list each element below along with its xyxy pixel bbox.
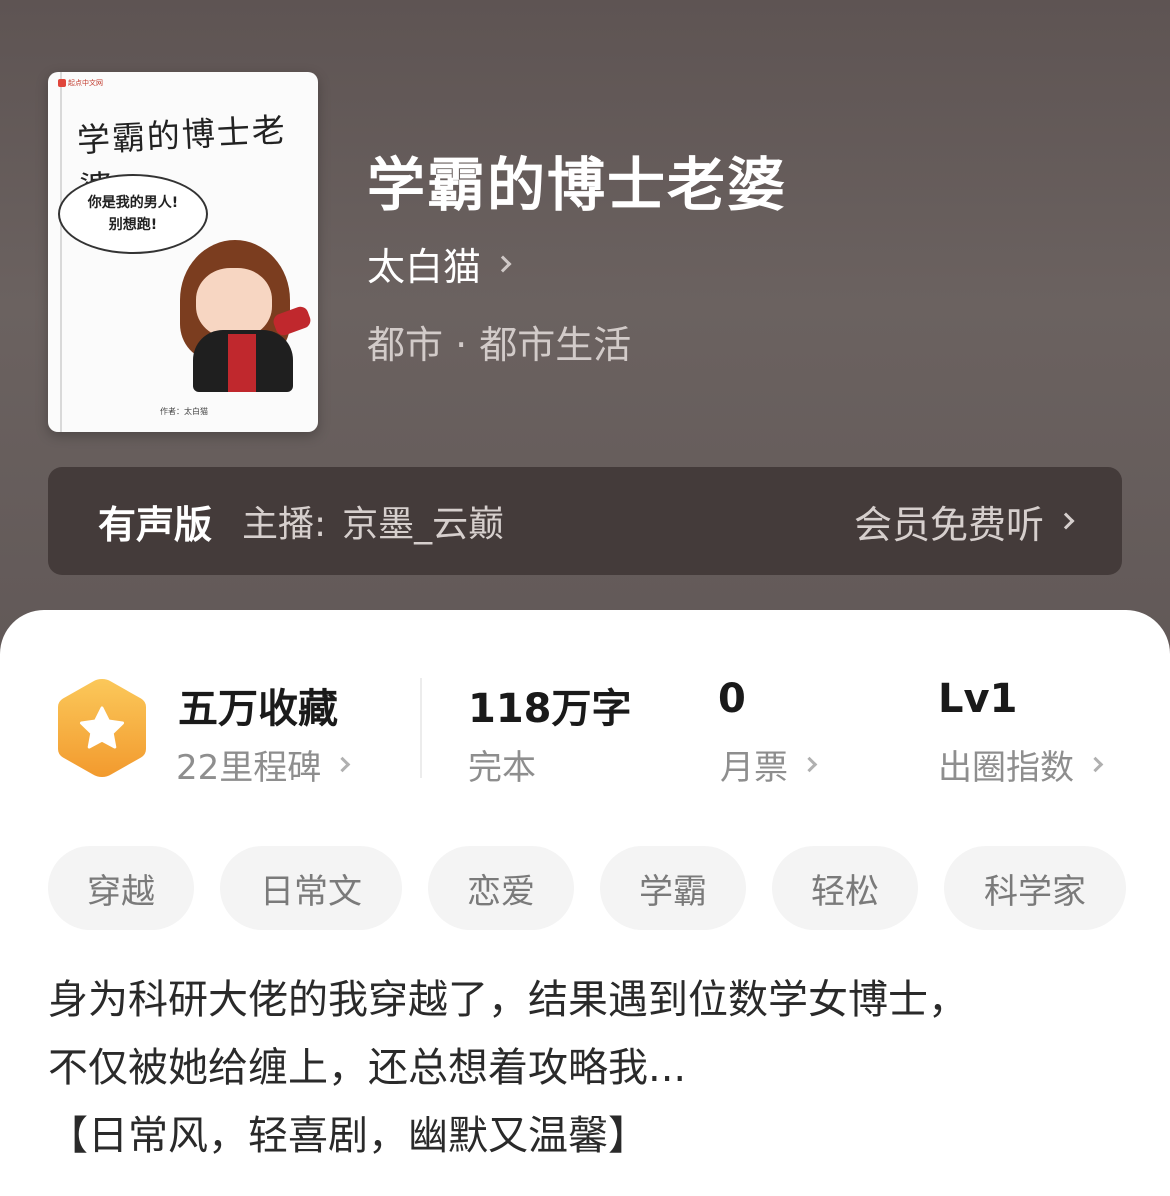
cover-author-credit: 作者：太白猫: [160, 407, 208, 416]
cover-speech-bubble: 你是我的男人! 别想跑!: [58, 174, 208, 254]
tag-chip[interactable]: 学霸: [600, 846, 746, 930]
audio-version-bar[interactable]: 有声版 主播: 京墨_云巅 会员免费听: [48, 467, 1122, 575]
tag-chip[interactable]: 恋爱: [428, 846, 574, 930]
cover-bubble-line: 你是我的男人!: [87, 194, 179, 211]
audio-anchor-name: 京墨_云巅: [342, 504, 505, 545]
influence-level: Lv1: [938, 676, 1018, 722]
chevron-right-icon: [494, 255, 512, 272]
chevron-right-icon: [801, 756, 818, 773]
book-cover[interactable]: 起点中文网 学霸的博士老婆 你是我的男人! 别想跑! 作者：太白猫: [48, 72, 318, 432]
milestone-label: 22里程碑: [176, 748, 322, 788]
book-genre: 都市 · 都市生活: [367, 323, 632, 367]
monthly-ticket-link[interactable]: 月票: [720, 740, 818, 789]
book-description[interactable]: 身为科研大佬的我穿越了，结果遇到位数学女博士， 不仅被她给缠上，还总想着攻略我.…: [48, 966, 1128, 1170]
listen-free-button[interactable]: 会员免费听: [853, 494, 1075, 549]
cover-brand-logo: 起点中文网: [58, 78, 103, 88]
monthly-ticket-label: 月票: [720, 748, 788, 788]
cover-illustration-scarf: [228, 334, 256, 392]
listen-free-label: 会员免费听: [853, 502, 1044, 547]
chevron-right-icon: [334, 756, 351, 773]
book-title: 学霸的博士老婆: [367, 151, 788, 219]
influence-index-label: 出圈指数: [938, 748, 1074, 788]
stats-divider: [420, 678, 422, 778]
milestone-link[interactable]: 22里程碑: [176, 740, 351, 789]
collection-count: 五万收藏: [178, 686, 338, 732]
cover-bubble-line: 别想跑!: [108, 217, 158, 233]
chevron-right-icon: [1087, 756, 1104, 773]
audio-version-label: 有声版: [98, 502, 213, 547]
author-link[interactable]: 太白猫: [367, 236, 512, 291]
description-line: 【日常风，轻喜剧，幽默又温馨】: [48, 1113, 648, 1159]
author-name: 太白猫: [367, 245, 482, 289]
tag-chip[interactable]: 轻松: [772, 846, 918, 930]
star-hexagon-icon: [58, 679, 146, 777]
completion-status: 完本: [468, 740, 536, 789]
cover-spine: [60, 72, 62, 432]
completion-label: 完本: [468, 748, 536, 788]
description-line: 不仅被她给缠上，还总想着攻略我...: [48, 1045, 687, 1091]
chevron-right-icon: [1057, 512, 1075, 530]
description-line: 身为科研大佬的我穿越了，结果遇到位数学女博士，: [48, 977, 968, 1023]
influence-index-link[interactable]: 出圈指数: [938, 740, 1104, 789]
tag-list: 穿越 日常文 恋爱 学霸 轻松 科学家: [48, 846, 1126, 930]
word-count: 118万字: [468, 686, 632, 732]
monthly-ticket-count: 0: [718, 676, 746, 722]
tag-chip[interactable]: 日常文: [220, 846, 402, 930]
tag-chip[interactable]: 科学家: [944, 846, 1126, 930]
cover-illustration-face: [196, 268, 272, 338]
tag-chip[interactable]: 穿越: [48, 846, 194, 930]
audio-anchor-label: 主播:: [242, 504, 327, 545]
